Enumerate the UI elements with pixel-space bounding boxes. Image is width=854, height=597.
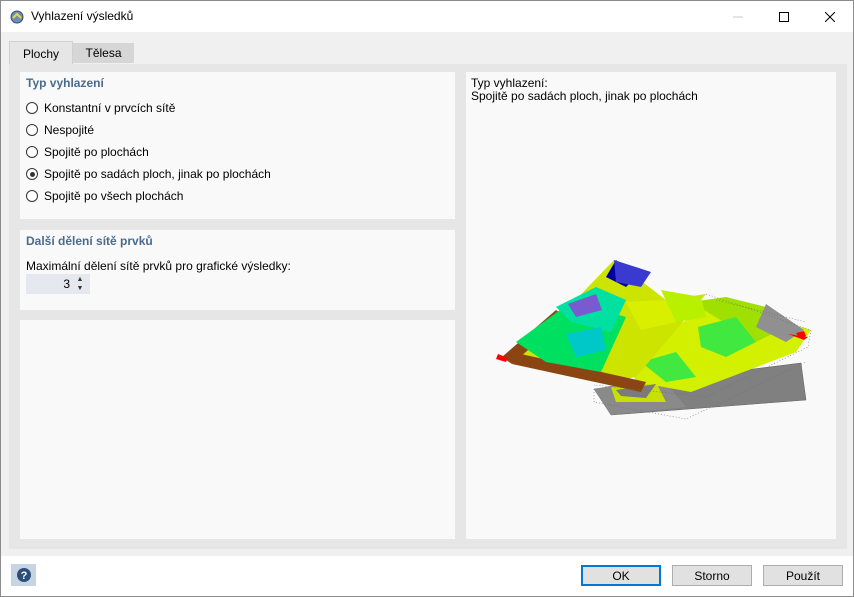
surface-model [496,260,812,420]
help-button[interactable]: ? [11,564,36,586]
radio-label: Konstantní v prvcích sítě [44,101,176,115]
preview-panel: Typ vyhlazení: Spojitě po sadách ploch, … [466,72,836,539]
mesh-division-spinbox[interactable]: 3 ▲ ▼ [26,274,90,294]
maximize-button[interactable] [761,1,807,32]
dialog-window: Vyhlazení výsledků Plochy Tělesa Typ vyh… [0,0,854,597]
mesh-division-label: Maximální dělení sítě prvků pro grafické… [26,259,291,273]
cancel-button[interactable]: Storno [672,565,752,586]
svg-text:?: ? [20,570,27,582]
mesh-division-group: Další dělení sítě prvků Maximální dělení… [20,230,455,310]
apply-button[interactable]: Použít [763,565,843,586]
spinbox-value: 3 [63,277,70,291]
radio-button[interactable] [26,124,38,136]
radio-option-continuous-surface-sets[interactable]: Spojitě po sadách ploch, jinak po plochá… [26,165,271,183]
smoothing-type-title: Typ vyhlazení [26,76,104,90]
radio-option-discontinuous[interactable]: Nespojité [26,121,94,139]
preview-image [496,260,812,420]
radio-label: Spojitě po plochách [44,145,149,159]
radio-option-constant[interactable]: Konstantní v prvcích sítě [26,99,175,117]
radio-button-selected[interactable] [26,168,38,180]
radio-option-continuous-all-surfaces[interactable]: Spojitě po všech plochách [26,187,183,205]
tab-panel: Typ vyhlazení Konstantní v prvcích sítě … [9,64,847,549]
minimize-button[interactable] [715,1,761,32]
title-bar: Vyhlazení výsledků [1,1,853,32]
mesh-division-title: Další dělení sítě prvků [26,234,153,248]
radio-option-continuous-surfaces[interactable]: Spojitě po plochách [26,143,149,161]
dialog-footer: ? OK Storno Použít [1,556,853,596]
radio-label: Nespojité [44,123,95,137]
radio-button[interactable] [26,190,38,202]
tab-plochy[interactable]: Plochy [9,41,73,65]
spin-down-icon[interactable]: ▼ [75,284,85,293]
radio-button[interactable] [26,146,38,158]
radio-button[interactable] [26,102,38,114]
radio-label: Spojitě po sadách ploch, jinak po plochá… [44,167,271,181]
window-title: Vyhlazení výsledků [31,9,134,23]
help-icon: ? [16,568,31,582]
minimize-icon [733,16,743,17]
empty-panel [20,320,455,539]
ok-button[interactable]: OK [581,565,661,586]
app-icon [10,10,24,24]
smoothing-type-group: Typ vyhlazení Konstantní v prvcích sítě … [20,72,455,219]
tab-telesa[interactable]: Tělesa [73,43,134,63]
radio-label: Spojitě po všech plochách [44,189,184,203]
close-button[interactable] [807,1,853,32]
maximize-icon [779,11,789,22]
close-icon [825,11,835,22]
spin-up-icon[interactable]: ▲ [75,275,85,284]
